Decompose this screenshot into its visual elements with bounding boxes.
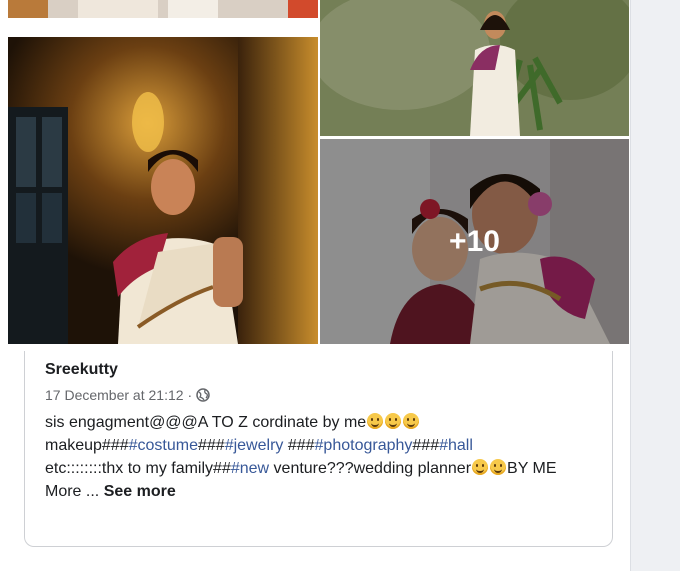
photo-strip-top[interactable]: [8, 0, 318, 18]
text-segment: etc::::::::thx to my family##: [45, 460, 231, 477]
text-segment: BY ME: [507, 460, 557, 477]
photo-top-right[interactable]: [320, 0, 629, 136]
more-photos-count[interactable]: +10: [320, 139, 629, 344]
smile-emoji-icon: [367, 413, 384, 429]
post-date[interactable]: 17 December at 21:12: [45, 387, 184, 403]
text-line-1: sis engagment@@@A TO Z cordinate by me: [45, 414, 367, 431]
text-segment: ###: [412, 437, 440, 454]
photo-main[interactable]: [8, 37, 318, 344]
more-text: More ...: [45, 483, 104, 500]
text-segment: venture???wedding planner: [269, 460, 472, 477]
text-segment: ###: [198, 437, 225, 454]
globe-icon[interactable]: [196, 388, 210, 402]
see-more-link[interactable]: See more: [104, 483, 176, 500]
post-meta: 17 December at 21:12 ·: [45, 387, 210, 403]
right-gutter: [630, 0, 680, 571]
hashtag-hall[interactable]: #hall: [439, 437, 473, 454]
smile-emoji-icon: [472, 459, 489, 475]
meta-separator: ·: [187, 387, 193, 403]
hashtag-photography[interactable]: #photography: [315, 437, 413, 454]
author-name[interactable]: Sreekutty: [45, 361, 118, 379]
smile-emoji-icon: [490, 459, 507, 475]
post-preview[interactable]: Sreekutty 17 December at 21:12 · sis eng…: [24, 351, 613, 547]
text-segment: ###: [283, 437, 315, 454]
smile-emoji-icon: [385, 413, 402, 429]
hashtag-costume[interactable]: #costume: [129, 437, 198, 454]
photo-more[interactable]: +10: [320, 139, 629, 344]
text-segment: makeup###: [45, 437, 129, 454]
smile-emoji-icon: [403, 413, 420, 429]
hashtag-new[interactable]: #new: [231, 460, 269, 477]
hashtag-jewelry[interactable]: #jewelry: [225, 437, 284, 454]
post-text: sis engagment@@@A TO Z cordinate by me m…: [45, 411, 605, 503]
